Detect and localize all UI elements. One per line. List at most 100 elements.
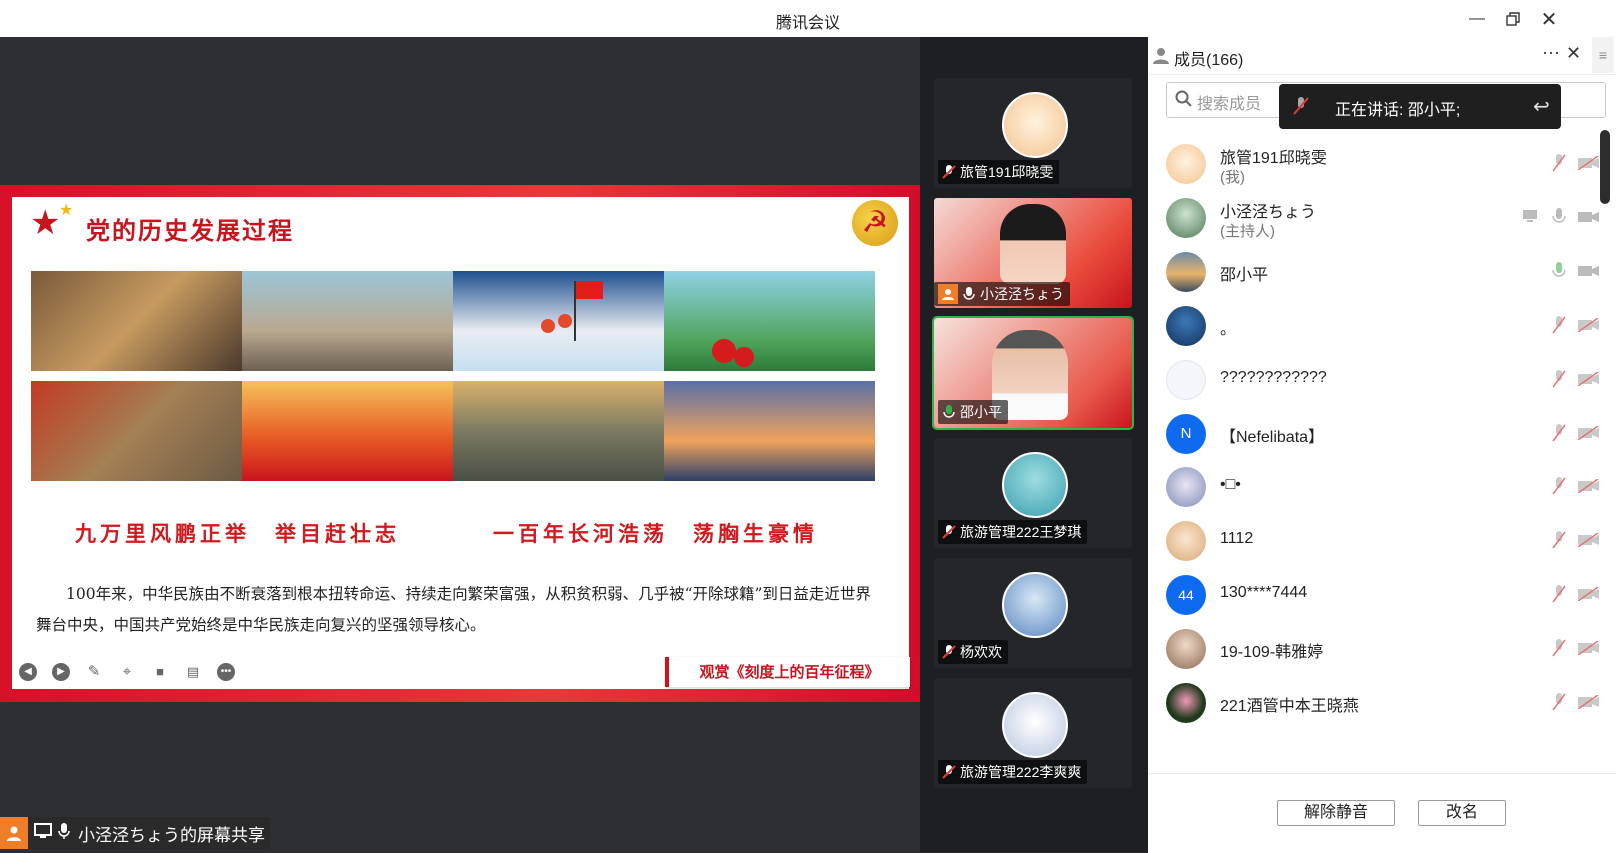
slogan-right: 一百年长河浩荡 荡胸生豪情 [493, 521, 818, 546]
member-row[interactable]: 1112 [1166, 515, 1599, 567]
member-row[interactable]: 。 [1166, 300, 1599, 352]
camera-off-icon[interactable] [1578, 479, 1600, 493]
mic-muted-icon [942, 524, 956, 540]
restore-icon[interactable] [1500, 6, 1526, 32]
mic-muted-icon[interactable] [1552, 584, 1566, 604]
member-row[interactable]: 44 130****7444 [1166, 569, 1599, 621]
search-icon [1175, 90, 1193, 113]
video-tile[interactable]: 小泾泾ちょう [934, 198, 1132, 308]
unmute-button[interactable]: 解除静音 [1277, 800, 1395, 826]
mic-muted-icon[interactable] [1552, 153, 1566, 173]
mic-icon [962, 286, 976, 302]
next-slide-icon[interactable]: ▶ [52, 663, 70, 681]
camera-icon[interactable] [1578, 210, 1600, 224]
avatar [1166, 144, 1206, 184]
member-row[interactable]: 小泾泾ちょう (主持人) [1166, 192, 1599, 244]
camera-off-icon[interactable] [1578, 641, 1600, 655]
speaking-toast: 正在讲话: 邵小平; ↩ [1279, 84, 1561, 129]
member-row[interactable]: 旅管191邱晓雯 (我) [1166, 138, 1599, 190]
member-name: 小泾泾ちょう [1220, 204, 1317, 221]
close-icon[interactable]: ✕ [1536, 6, 1562, 32]
video-icon[interactable]: ■ [151, 663, 169, 681]
video-tile[interactable]: 旅管191邱晓雯 [934, 78, 1132, 188]
slide-paragraph: 100年来，中华民族由不断衰落到根本扭转命运、持续走向繁荣富强，从积贫积弱、几乎… [36, 585, 871, 634]
prev-slide-icon[interactable]: ◀ [19, 663, 37, 681]
camera-off-icon[interactable] [1578, 156, 1600, 170]
search-placeholder: 搜索成员 [1197, 96, 1262, 113]
member-row[interactable]: N 【Nefelibata】 [1166, 408, 1599, 460]
member-name: ???????????? [1220, 369, 1327, 386]
mic-muted-icon[interactable] [1552, 638, 1566, 658]
mic-muted-icon[interactable] [1552, 369, 1566, 389]
mic-active-icon [942, 404, 956, 420]
tile-name: 杨欢欢 [960, 644, 1002, 660]
member-name: 221酒管中本王晓燕 [1220, 698, 1359, 715]
party-emblem-icon: ☭ [852, 200, 898, 246]
history-image-3 [453, 271, 664, 371]
member-name: •□• [1220, 476, 1241, 493]
history-image-1 [31, 271, 242, 371]
mic-muted-icon[interactable] [1552, 423, 1566, 443]
mic-muted-icon[interactable] [1552, 476, 1566, 496]
avatar [1166, 306, 1206, 346]
member-row[interactable]: ???????????? [1166, 354, 1599, 406]
camera-off-icon[interactable] [1578, 318, 1600, 332]
avatar [1002, 692, 1068, 758]
member-row[interactable]: 221酒管中本王晓燕 [1166, 677, 1599, 729]
member-row[interactable]: •□• [1166, 461, 1599, 513]
mic-muted-icon[interactable] [1552, 315, 1566, 335]
host-icon [938, 284, 958, 304]
history-image-8 [664, 381, 875, 481]
mic-muted-icon[interactable] [1552, 692, 1566, 712]
pen-icon[interactable]: ✎ [85, 663, 103, 681]
scrollbar[interactable] [1600, 130, 1610, 204]
video-tile[interactable]: 杨欢欢 [934, 558, 1132, 668]
mic-active-icon[interactable] [1552, 261, 1566, 281]
rename-button[interactable]: 改名 [1418, 800, 1506, 826]
minimize-icon[interactable]: — [1464, 6, 1490, 32]
camera-off-icon[interactable] [1578, 587, 1600, 601]
history-image-7 [453, 381, 664, 481]
title-bar: 腾讯会议 — ✕ [0, 0, 1616, 38]
screen-share-label-bar: 小泾泾ちょう的屏幕共享 [0, 817, 270, 849]
tile-name-bar: 小泾泾ちょう [934, 282, 1070, 306]
video-tile[interactable]: 邵小平 [932, 316, 1134, 430]
history-image-6 [242, 381, 453, 481]
member-row[interactable]: 邵小平 [1166, 246, 1599, 298]
user-icon [0, 817, 28, 849]
focus-icon[interactable]: ⌖ [118, 663, 136, 681]
more-icon[interactable]: ••• [217, 663, 235, 681]
history-image-5 [31, 381, 242, 481]
member-name: 19-109-韩雅婷 [1220, 644, 1324, 661]
avatar [1166, 360, 1206, 400]
small-star-icon: ★ [59, 202, 74, 219]
close-panel-icon[interactable]: ✕ [1566, 43, 1581, 64]
tile-name-bar: 旅游管理222王梦琪 [938, 520, 1088, 544]
watch-video-button[interactable]: 观赏《刻度上的百年征程》 [665, 657, 910, 687]
video-tile[interactable]: 旅游管理222李爽爽 [934, 678, 1132, 788]
camera-off-icon[interactable] [1578, 533, 1600, 547]
camera-off-icon[interactable] [1578, 695, 1600, 709]
tile-name-bar: 邵小平 [938, 400, 1008, 424]
screen-share-label: 小泾泾ちょう的屏幕共享 [78, 825, 265, 845]
video-tile[interactable]: 旅游管理222王梦琪 [934, 438, 1132, 548]
slogan-left: 九万里风鹏正举 举目赶壮志 [75, 521, 400, 546]
speaking-toast-text: 正在讲话: 邵小平; [1335, 102, 1461, 119]
more-options-icon[interactable]: ··· [1542, 42, 1560, 63]
reply-icon[interactable]: ↩ [1533, 94, 1550, 119]
tile-name-bar: 杨欢欢 [938, 640, 1008, 664]
mic-icon [58, 822, 70, 845]
mic-icon[interactable] [1552, 207, 1566, 227]
camera-off-icon[interactable] [1578, 426, 1600, 440]
subtitle-icon[interactable]: ▤ [184, 663, 202, 681]
mic-muted-icon[interactable] [1552, 530, 1566, 550]
member-row[interactable]: 19-109-韩雅婷 [1166, 623, 1599, 675]
members-icon [1152, 46, 1170, 69]
menu-icon[interactable]: ≡ [1592, 37, 1614, 73]
mic-muted-icon [1293, 96, 1309, 121]
member-name: 邵小平 [1220, 267, 1269, 284]
member-name: 。 [1220, 321, 1237, 338]
camera-icon[interactable] [1578, 264, 1600, 278]
avatar [1166, 629, 1206, 669]
camera-off-icon[interactable] [1578, 372, 1600, 386]
